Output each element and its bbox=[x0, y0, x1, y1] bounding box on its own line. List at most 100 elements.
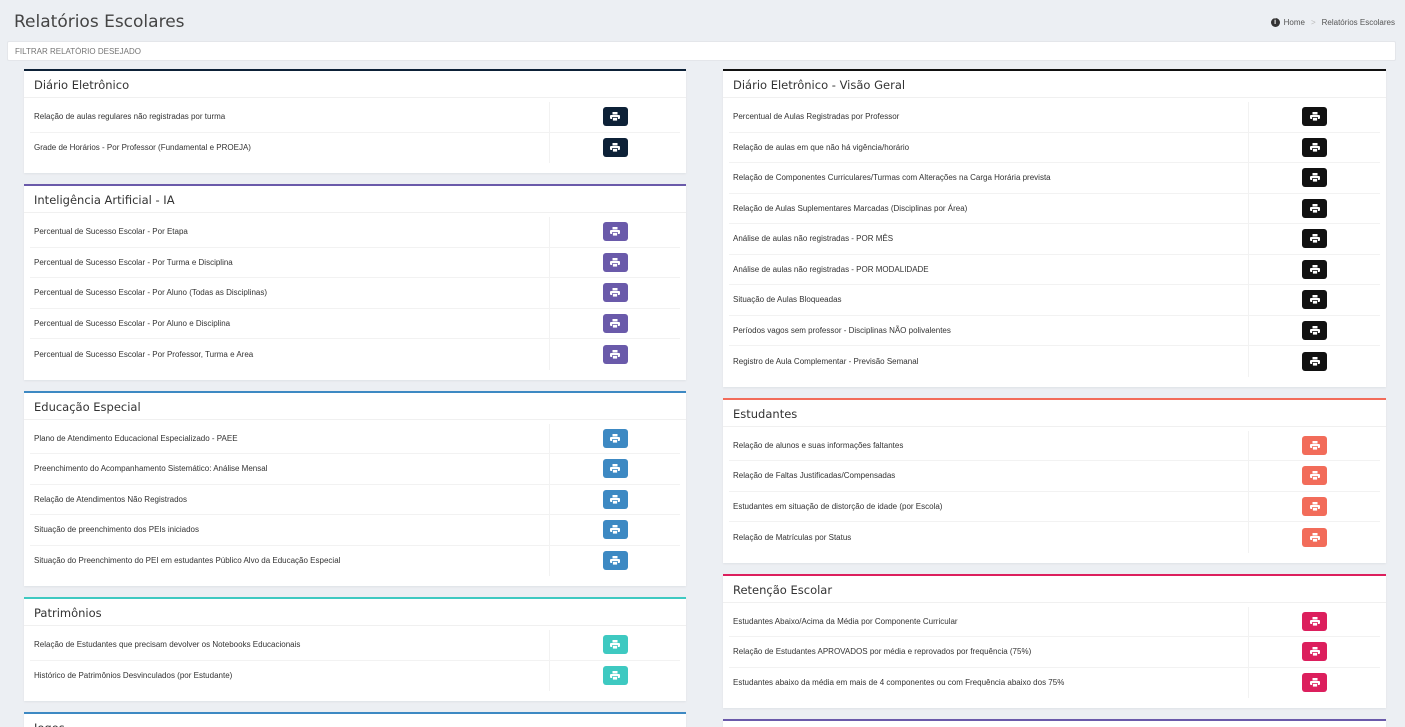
report-row: Histórico de Patrimônios Desvinculados (… bbox=[30, 660, 680, 691]
report-section-diario-eletronico: Diário Eletrônico Relação de aulas regula… bbox=[24, 69, 686, 173]
report-action-cell bbox=[550, 344, 680, 364]
report-action-cell bbox=[550, 666, 680, 686]
printer-icon bbox=[1309, 203, 1320, 213]
report-action-cell bbox=[1249, 290, 1380, 310]
print-report-button[interactable] bbox=[602, 635, 628, 655]
print-report-button[interactable] bbox=[1302, 168, 1327, 188]
report-section-inteligencia-artificial-ia: Inteligência Artificial - IA Percentual d… bbox=[24, 184, 686, 380]
print-report-button[interactable] bbox=[1302, 527, 1327, 547]
print-report-button[interactable] bbox=[602, 313, 628, 333]
report-name: Relação de Estudantes que precisam devol… bbox=[30, 630, 550, 660]
report-name: Estudantes abaixo da média em mais de 4 … bbox=[729, 667, 1249, 698]
print-report-button[interactable] bbox=[1302, 137, 1327, 157]
print-report-button[interactable] bbox=[602, 489, 628, 509]
print-report-button[interactable] bbox=[1302, 351, 1327, 371]
report-filter-input[interactable] bbox=[7, 41, 1396, 61]
printer-icon bbox=[1309, 325, 1320, 335]
report-row: Situação de Aulas Bloqueadas bbox=[729, 285, 1380, 316]
report-row: Situação de preenchimento dos PEIs inici… bbox=[30, 515, 680, 546]
print-report-button[interactable] bbox=[1302, 611, 1327, 631]
report-name: Situação de Aulas Bloqueadas bbox=[729, 285, 1249, 315]
report-action-cell bbox=[550, 635, 680, 655]
report-action-cell bbox=[550, 107, 680, 127]
printer-icon bbox=[610, 288, 620, 298]
report-action-cell bbox=[550, 551, 680, 571]
print-report-button[interactable] bbox=[1302, 496, 1327, 516]
print-report-button[interactable] bbox=[602, 283, 628, 303]
section-body: Relação de alunos e suas informações fal… bbox=[723, 427, 1386, 563]
report-name: Períodos vagos sem professor - Disciplin… bbox=[729, 315, 1249, 345]
report-row: Percentual de Sucesso Escolar - Por Etap… bbox=[30, 217, 680, 248]
print-report-button[interactable] bbox=[1302, 673, 1327, 693]
report-name: Análise de aulas não registradas - POR M… bbox=[729, 224, 1249, 254]
report-name: Relação de Atendimentos Não Registrados bbox=[30, 484, 550, 514]
print-report-button[interactable] bbox=[602, 107, 628, 127]
report-name: Plano de Atendimento Educacional Especia… bbox=[30, 423, 550, 453]
report-row: Períodos vagos sem professor - Disciplin… bbox=[729, 315, 1380, 346]
report-action-cell bbox=[1249, 611, 1380, 631]
printer-icon bbox=[610, 433, 620, 443]
print-report-button[interactable] bbox=[1302, 320, 1327, 340]
printer-icon bbox=[610, 349, 620, 359]
print-report-button[interactable] bbox=[1302, 198, 1327, 218]
print-report-button[interactable] bbox=[1302, 466, 1327, 486]
breadcrumb-current: Relatórios Escolares bbox=[1321, 18, 1395, 27]
report-name: Estudantes Abaixo/Acima da Média por Com… bbox=[729, 606, 1249, 636]
report-name: Relação de alunos e suas informações fal… bbox=[729, 430, 1249, 460]
printer-icon bbox=[610, 227, 620, 237]
print-report-button[interactable] bbox=[602, 138, 628, 158]
print-report-button[interactable] bbox=[602, 520, 628, 540]
report-action-cell bbox=[1249, 229, 1380, 249]
print-report-button[interactable] bbox=[602, 551, 628, 571]
print-report-button[interactable] bbox=[602, 252, 628, 272]
report-name: Relação de Faltas Justificadas/Compensad… bbox=[729, 461, 1249, 491]
print-report-button[interactable] bbox=[1302, 107, 1327, 127]
report-name: Relação de aulas regulares não registrad… bbox=[30, 102, 550, 132]
printer-icon bbox=[1309, 532, 1320, 542]
report-action-cell bbox=[1249, 435, 1380, 455]
report-action-cell bbox=[1249, 198, 1380, 218]
report-row: Preenchimento do Acompanhamento Sistemát… bbox=[30, 454, 680, 485]
printer-icon bbox=[610, 318, 620, 328]
print-report-button[interactable] bbox=[602, 459, 628, 479]
print-report-button[interactable] bbox=[602, 428, 628, 448]
printer-icon bbox=[1309, 501, 1320, 511]
section-body: Percentual de Sucesso Escolar - Por Etap… bbox=[24, 213, 686, 380]
section-body: Percentual de Aulas Registradas por Prof… bbox=[723, 98, 1386, 387]
print-report-button[interactable] bbox=[1302, 290, 1327, 310]
printer-icon bbox=[1309, 264, 1320, 274]
section-title: Inteligência Artificial - IA bbox=[24, 186, 686, 213]
breadcrumb-home[interactable]: Home bbox=[1284, 18, 1305, 27]
print-report-button[interactable] bbox=[602, 222, 628, 242]
report-name: Análise de aulas não registradas - POR M… bbox=[729, 254, 1249, 284]
report-name: Relação de Estudantes APROVADOS por médi… bbox=[729, 637, 1249, 667]
section-body: Relação de aulas regulares não registrad… bbox=[24, 98, 686, 173]
print-report-button[interactable] bbox=[1302, 259, 1327, 279]
report-name: Situação de preenchimento dos PEIs inici… bbox=[30, 515, 550, 545]
printer-icon bbox=[1309, 678, 1320, 688]
report-action-cell bbox=[1249, 466, 1380, 486]
report-name: Percentual de Sucesso Escolar - Por Turm… bbox=[30, 247, 550, 277]
report-action-cell bbox=[1249, 673, 1380, 693]
report-row: Relação de Componentes Curriculares/Turm… bbox=[729, 163, 1380, 194]
print-report-button[interactable] bbox=[1302, 642, 1327, 662]
print-report-button[interactable] bbox=[1302, 229, 1327, 249]
report-action-cell bbox=[1249, 351, 1380, 371]
print-report-button[interactable] bbox=[602, 666, 628, 686]
right-column: Diário Eletrônico - Visão Geral Percentua… bbox=[723, 69, 1386, 727]
section-title: Patrimônios bbox=[24, 599, 686, 626]
section-title: Retenção Escolar bbox=[723, 576, 1386, 603]
printer-icon bbox=[610, 112, 620, 122]
report-row: Percentual de Aulas Registradas por Prof… bbox=[729, 102, 1380, 133]
report-row: Análise de aulas não registradas - POR M… bbox=[729, 254, 1380, 285]
printer-icon bbox=[1309, 647, 1320, 657]
report-name: Percentual de Sucesso Escolar - Por Alun… bbox=[30, 278, 550, 308]
print-report-button[interactable] bbox=[1302, 435, 1327, 455]
printer-icon bbox=[1309, 234, 1320, 244]
report-name: Percentual de Sucesso Escolar - Por Prof… bbox=[30, 339, 550, 370]
print-report-button[interactable] bbox=[602, 344, 628, 364]
printer-icon bbox=[610, 143, 620, 153]
report-action-cell bbox=[1249, 137, 1380, 157]
section-title: Estudantes bbox=[723, 400, 1386, 427]
report-action-cell bbox=[1249, 642, 1380, 662]
